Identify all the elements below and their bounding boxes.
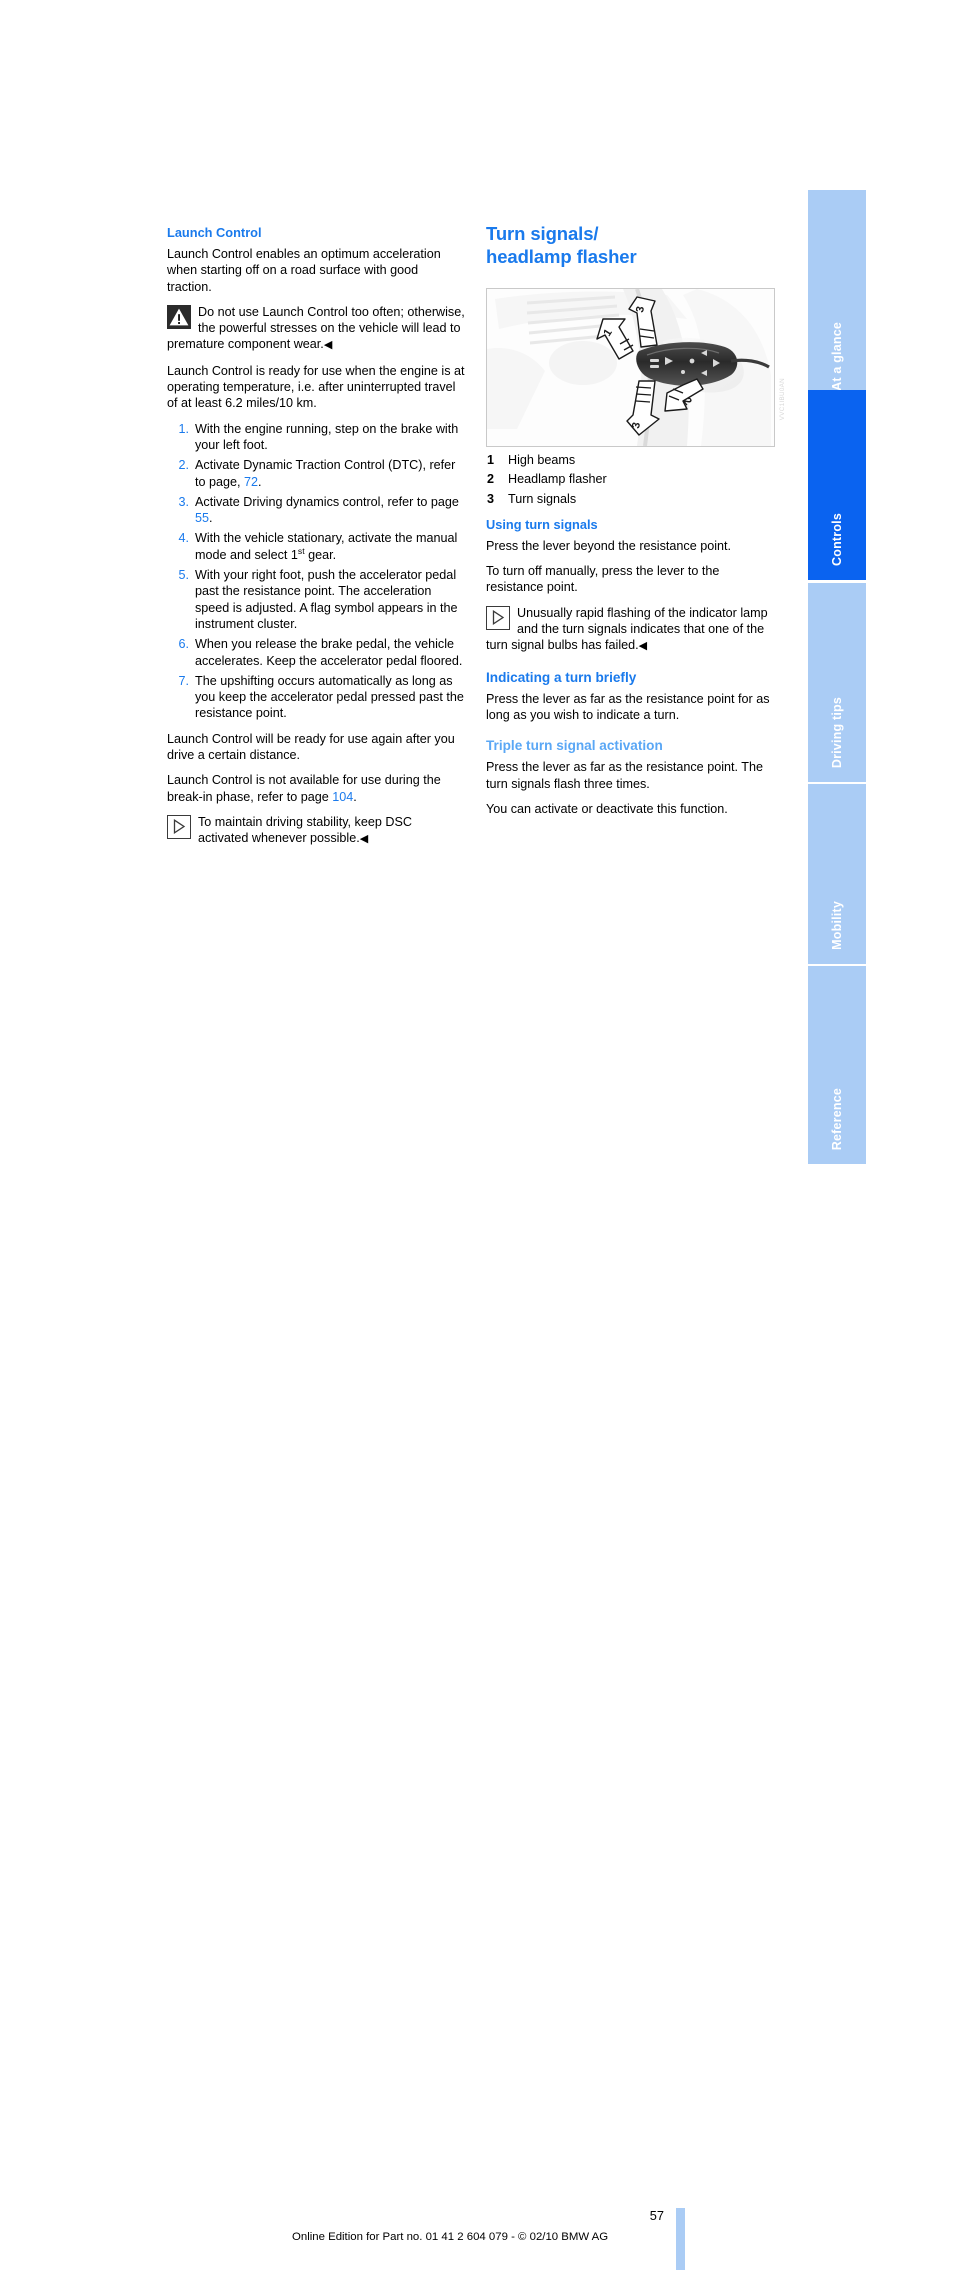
break-in-text-head: Launch Control is not available for use … [167, 773, 441, 804]
legend-number: 1 [487, 453, 495, 467]
note-callout-bulb: Unusually rapid flashing of the indicato… [486, 605, 778, 655]
step-text-tail: gear. [304, 547, 337, 562]
note-endmark: ◀ [359, 833, 369, 846]
note-text: To maintain driving stability, keep DSC … [198, 814, 412, 846]
note-endmark: ◀ [638, 640, 648, 653]
legend-label: Headlamp flasher [508, 472, 607, 487]
step-text-tail: . [209, 511, 213, 526]
tab-label: At a glance [830, 322, 844, 391]
legend-item: 3 Turn signals [486, 491, 778, 507]
step-number: 1. [178, 421, 189, 436]
legend-label: High beams [508, 453, 576, 467]
turn-signal-stalk-illustration: 1 2 3 3 [486, 288, 775, 447]
triple-turn-signal-p1: Press the lever as far as the resistance… [486, 760, 763, 791]
page-link-104[interactable]: 104 [332, 790, 353, 804]
triple-turn-signal-p2: You can activate or deactivate this func… [486, 801, 728, 816]
tab-driving-tips[interactable]: Driving tips [808, 583, 866, 782]
step-item: 1. With the engine running, step on the … [167, 421, 465, 454]
using-turn-signals-p2: To turn off manually, press the lever to… [486, 564, 720, 595]
tab-mobility[interactable]: Mobility [808, 784, 866, 964]
step-text-tail: . [258, 474, 262, 489]
step-item: 6. When you release the brake pedal, the… [167, 636, 465, 669]
page-title: Turn signals/headlamp flasher [486, 222, 778, 268]
warning-text: Do not use Launch Control too often; oth… [167, 304, 465, 352]
step-text: Activate Dynamic Traction Control (DTC),… [195, 458, 456, 489]
thumb-index-tabs: At a glance Controls Driving tips Mobili… [808, 190, 866, 1170]
using-turn-signals-heading: Using turn signals [486, 516, 598, 532]
figure-legend: 1 High beams 2 Headlamp flasher 3 Turn s… [486, 452, 778, 507]
step-item: 5. With your right foot, push the accele… [167, 567, 465, 632]
step-item: 3. Activate Driving dynamics control, re… [167, 494, 465, 527]
step-number: 4. [178, 531, 189, 546]
break-in-text-tail: . [353, 789, 357, 804]
step-item: 2. Activate Dynamic Traction Control (DT… [167, 457, 465, 490]
footer-accent-bar [676, 2208, 685, 2270]
warning-callout: Do not use Launch Control too often; oth… [167, 304, 465, 354]
step-text: With the engine running, step on the bra… [195, 421, 459, 452]
legend-label: Turn signals [508, 491, 577, 506]
legend-item: 2 Headlamp flasher [486, 471, 778, 487]
step-number: 5. [178, 568, 189, 583]
tab-label: Controls [830, 513, 844, 566]
step-text: Activate Driving dynamics control, refer… [195, 494, 459, 509]
step-item: 7. The upshifting occurs automatically a… [167, 673, 465, 722]
step-item: 4. With the vehicle stationary, activate… [167, 530, 465, 563]
step-text: When you release the brake pedal, the ve… [195, 637, 463, 668]
figure-id-caption: VVC1IBU0AN [779, 378, 786, 421]
ordinal-suffix: st [297, 545, 305, 556]
step-number: 2. [178, 458, 189, 473]
tab-label: Driving tips [830, 696, 844, 768]
indicating-turn-briefly-text: Press the lever as far as the resistance… [486, 691, 770, 722]
page-link-55[interactable]: 55 [195, 511, 209, 525]
tab-at-a-glance[interactable]: At a glance [808, 190, 866, 405]
footer-edition-text: Online Edition for Part no. 01 41 2 604 … [292, 2231, 609, 2243]
launch-control-intro: Launch Control enables an optimum accele… [167, 247, 441, 294]
note-triangle-icon [486, 605, 510, 630]
step-text: With your right foot, push the accelerat… [195, 568, 458, 631]
note-text: Unusually rapid flashing of the indicato… [486, 605, 768, 653]
warning-triangle-icon [167, 304, 191, 329]
step-text: The upshifting occurs automatically as l… [195, 673, 464, 721]
indicating-turn-briefly-heading: Indicating a turn briefly [486, 669, 637, 685]
page-title-line2: headlamp flasher [486, 246, 637, 267]
step-number: 6. [178, 637, 189, 652]
legend-number: 2 [487, 472, 495, 487]
page-title-line1: Turn signals/ [486, 223, 599, 244]
manual-page: Launch Control Launch Control enables an… [0, 0, 954, 2270]
legend-item: 1 High beams [486, 452, 778, 468]
break-in-text: Launch Control is not available for use … [167, 772, 465, 805]
note-triangle-icon [167, 814, 191, 839]
warning-endmark: ◀ [323, 339, 333, 352]
triple-turn-signal-heading: Triple turn signal activation [486, 738, 663, 754]
tab-controls[interactable]: Controls [808, 390, 866, 580]
page-number: 57 [649, 2208, 664, 2223]
legend-number: 3 [487, 491, 495, 506]
tab-label: Mobility [830, 901, 844, 950]
launch-control-heading: Launch Control [167, 225, 262, 240]
using-turn-signals-p1: Press the lever beyond the resistance po… [486, 538, 732, 553]
step-number: 7. [178, 673, 189, 688]
page-link-72[interactable]: 72 [244, 475, 258, 489]
readiness-text: Launch Control is ready for use when the… [167, 363, 465, 411]
step-number: 3. [178, 494, 189, 509]
left-column: Launch Control Launch Control enables an… [167, 225, 465, 857]
launch-control-steps: 1. With the engine running, step on the … [167, 421, 465, 722]
page-footer: 57 Online Edition for Part no. 01 41 2 6… [0, 1100, 954, 2270]
after-steps-text: Launch Control will be ready for use aga… [167, 731, 455, 763]
note-callout-dsc: To maintain driving stability, keep DSC … [167, 814, 465, 848]
